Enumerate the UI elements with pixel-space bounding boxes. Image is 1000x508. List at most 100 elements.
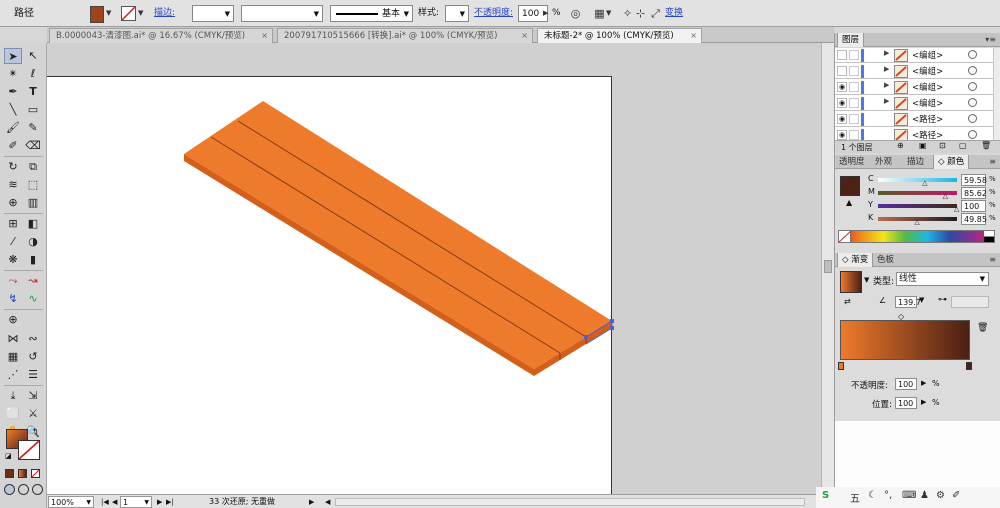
layer-row[interactable]: ◉ <路径>: [835, 128, 993, 140]
target-circle-icon[interactable]: [968, 114, 977, 123]
type-tool-icon[interactable]: T: [24, 84, 42, 100]
panel-menu-icon[interactable]: ≡: [989, 253, 996, 267]
target-circle-icon[interactable]: [968, 50, 977, 59]
layers-scrollbar[interactable]: [993, 48, 1000, 140]
lock-toggle[interactable]: [849, 130, 859, 140]
crop-tool-icon[interactable]: ⬜: [4, 406, 22, 422]
artboard-field[interactable]: 1 ▼: [120, 496, 152, 508]
fill-dropdown-icon[interactable]: ▼: [106, 5, 111, 22]
align-tool-icon[interactable]: ☰: [24, 367, 42, 383]
gradient-preview-dropdown-icon[interactable]: ▼: [864, 276, 869, 284]
eraser-tool-icon[interactable]: ⌫: [24, 138, 42, 154]
perspective-grid-tool-icon[interactable]: ▥: [24, 195, 42, 211]
close-icon[interactable]: ×: [261, 29, 268, 43]
expand-triangle-icon[interactable]: ▶: [884, 97, 889, 105]
draw-behind-icon[interactable]: [18, 484, 29, 495]
gradient-end-stop[interactable]: [966, 362, 972, 370]
isolate-icon[interactable]: ⊹: [633, 5, 648, 22]
selection-indicator[interactable]: [981, 99, 988, 106]
transform-link[interactable]: 变换: [665, 5, 683, 22]
stroke-dropdown-icon[interactable]: ▼: [138, 5, 143, 22]
next-artboard-icon[interactable]: ▶: [157, 496, 162, 508]
free-transform-tool-icon[interactable]: ⬚: [24, 177, 42, 193]
eye-icon[interactable]: ◉: [837, 114, 847, 124]
magic-wand-tool-icon[interactable]: ✴: [4, 66, 22, 82]
knife-tool-icon[interactable]: ⚔: [24, 406, 42, 422]
eye-icon[interactable]: ◉: [837, 82, 847, 92]
selection-indicator[interactable]: [981, 115, 988, 122]
ime-logo-icon[interactable]: S: [822, 490, 829, 501]
lock-toggle[interactable]: [849, 50, 859, 60]
crosshair-tool-icon[interactable]: ⊕: [4, 312, 22, 328]
new-sublayer-icon[interactable]: ⊡: [939, 141, 946, 150]
live-paint-tool-icon[interactable]: ⤓: [4, 388, 22, 404]
twist-tool-icon[interactable]: ∾: [24, 331, 42, 347]
scroll-thumb[interactable]: [824, 260, 832, 273]
user-icon[interactable]: ♟: [920, 490, 929, 501]
expand-triangle-icon[interactable]: ▶: [884, 81, 889, 89]
align-grid-icon[interactable]: ▦: [592, 5, 607, 22]
gradient-start-stop[interactable]: [838, 362, 844, 370]
expand-icon[interactable]: ⤢: [648, 5, 663, 22]
stroke-none-icon[interactable]: [121, 6, 136, 21]
scatter-tool-icon[interactable]: ⋰: [4, 367, 22, 383]
tab-stroke[interactable]: 描边: [903, 155, 928, 169]
draw-normal-icon[interactable]: [4, 484, 15, 495]
recolor-icon[interactable]: ◎: [568, 5, 583, 22]
channel-slider[interactable]: [878, 204, 957, 208]
eye-icon[interactable]: [837, 66, 847, 76]
direct-selection-tool-icon[interactable]: ↖: [24, 48, 42, 64]
line-tool-icon[interactable]: ╲: [4, 102, 22, 118]
eye-icon[interactable]: [837, 50, 847, 60]
tab-appearance[interactable]: 外观: [871, 155, 896, 169]
eyedropper-tool-icon[interactable]: ⁄: [4, 234, 22, 250]
slider-thumb-icon[interactable]: △: [914, 218, 919, 226]
channel-value-field[interactable]: 59.58: [961, 174, 987, 186]
horizontal-scrollbar[interactable]: [335, 498, 805, 506]
none-color-icon[interactable]: [839, 231, 851, 242]
expand-triangle-icon[interactable]: ▶: [884, 65, 889, 73]
eye-icon[interactable]: ◉: [837, 130, 847, 140]
panel-menu-icon[interactable]: ≡: [989, 155, 996, 169]
slice-tool-icon[interactable]: ↝: [24, 273, 42, 289]
close-icon[interactable]: ×: [690, 29, 697, 43]
stroke-width-field[interactable]: ▼: [192, 5, 234, 22]
target-circle-icon[interactable]: [968, 130, 977, 139]
tab-color[interactable]: ◇ 颜色: [933, 155, 970, 169]
stroke-label[interactable]: 描边:: [154, 5, 175, 22]
stroke-color-box[interactable]: [18, 440, 40, 460]
lock-toggle[interactable]: [849, 98, 859, 108]
wave-tool-icon[interactable]: ∿: [24, 291, 42, 307]
symbol-sprayer-tool-icon[interactable]: ❋: [4, 252, 22, 268]
keyboard-icon[interactable]: ⌨: [902, 490, 916, 501]
status-menu-icon[interactable]: ▶: [309, 496, 314, 508]
selection-indicator[interactable]: [981, 83, 988, 90]
skin-icon[interactable]: ✐: [952, 490, 960, 501]
layer-row[interactable]: ▶ <编组>: [835, 64, 993, 79]
selection-indicator[interactable]: [981, 131, 988, 138]
channel-value-field[interactable]: 85.62: [961, 187, 987, 199]
pencil-tool-icon[interactable]: ✎: [24, 120, 42, 136]
stop-location-arrow-icon[interactable]: ▶: [921, 398, 926, 406]
tab-layers[interactable]: 图层: [837, 33, 865, 47]
lasso-tool-icon[interactable]: ℓ: [24, 66, 42, 82]
slider-thumb-icon[interactable]: △: [954, 205, 959, 213]
swap-colors-icon[interactable]: ↰: [32, 427, 39, 436]
target-circle-icon[interactable]: [968, 82, 977, 91]
color-mode-icon[interactable]: [5, 469, 14, 478]
channel-value-field[interactable]: 49.85: [961, 213, 987, 225]
fill-swatch[interactable]: [90, 6, 104, 23]
color-spectrum-bar[interactable]: [838, 230, 995, 243]
gradient-bar[interactable]: [840, 320, 970, 360]
clipping-mask-icon[interactable]: ▣: [919, 141, 927, 150]
gradient-angle-field[interactable]: 139.7: [895, 296, 921, 308]
lock-toggle[interactable]: [849, 114, 859, 124]
slider-thumb-icon[interactable]: △: [922, 179, 927, 187]
angle-dropdown-icon[interactable]: ▼: [919, 296, 924, 304]
aspect-ratio-field[interactable]: [951, 296, 989, 308]
moon-icon[interactable]: ☾: [868, 490, 877, 501]
first-artboard-icon[interactable]: |◀: [101, 496, 109, 508]
layer-row[interactable]: ▶ <编组>: [835, 48, 993, 63]
blob-brush-tool-icon[interactable]: ✐: [4, 138, 22, 154]
draw-inside-icon[interactable]: [32, 484, 43, 495]
